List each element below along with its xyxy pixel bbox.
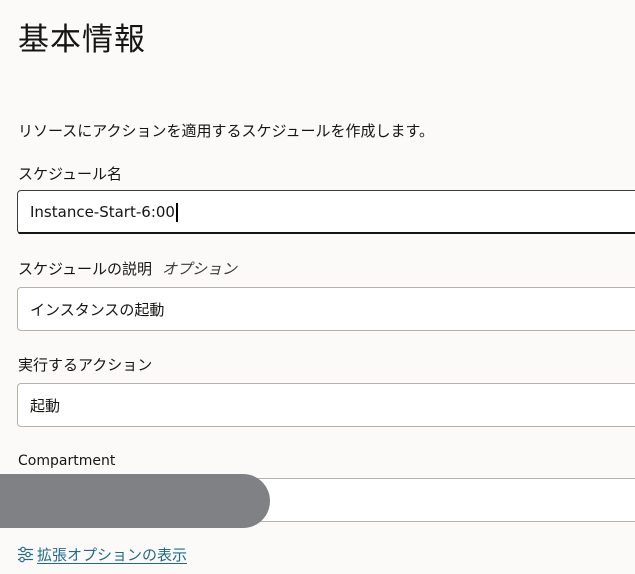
basic-info-panel: 基本情報 リソースにアクションを適用するスケジュールを作成します。 スケジュール… xyxy=(0,0,635,574)
schedule-name-value: Instance-Start-6:00 xyxy=(30,203,175,221)
schedule-description-label-text: スケジュールの説明 xyxy=(18,260,152,278)
schedule-description-input[interactable]: インスタンスの起動 xyxy=(17,287,635,331)
action-value: 起動 xyxy=(30,396,61,415)
schedule-description-label: スケジュールの説明 オプション xyxy=(18,258,237,279)
optional-tag: オプション xyxy=(161,260,237,278)
schedule-name-input[interactable]: Instance-Start-6:00 xyxy=(17,190,635,234)
action-label: 実行するアクション xyxy=(18,356,153,374)
page-title: 基本情報 xyxy=(18,22,146,58)
text-caret xyxy=(175,202,178,222)
schedule-description-value: インスタンスの起動 xyxy=(30,300,165,319)
show-advanced-options-link[interactable]: 拡張オプションの表示 xyxy=(17,544,187,565)
redaction-overlay xyxy=(0,474,270,528)
action-select[interactable]: 起動 xyxy=(17,383,635,427)
show-advanced-options-label: 拡張オプションの表示 xyxy=(37,546,188,564)
section-description: リソースにアクションを適用するスケジュールを作成します。 xyxy=(18,122,434,140)
sliders-icon xyxy=(17,546,34,563)
schedule-name-label: スケジュール名 xyxy=(18,165,122,183)
compartment-label: Compartment xyxy=(18,453,116,469)
